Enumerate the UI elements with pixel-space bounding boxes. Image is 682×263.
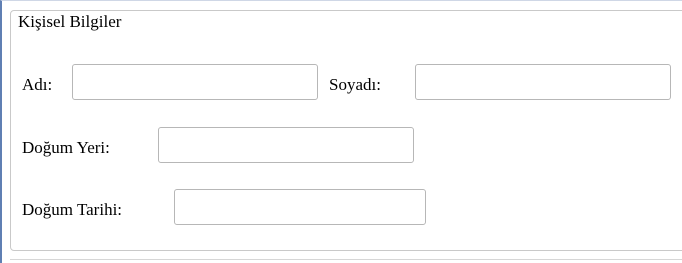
fieldset-legend: Kişisel Bilgiler (14, 11, 126, 33)
last-name-input[interactable] (415, 64, 671, 100)
window-frame: Kişisel Bilgiler Adı: Soyadı: Doğum Yeri… (0, 0, 682, 263)
bottom-divider (10, 259, 682, 260)
first-name-label: Adı: (22, 75, 53, 94)
birth-date-input[interactable] (174, 189, 426, 225)
birth-place-input[interactable] (158, 127, 414, 163)
birth-date-label: Doğum Tarihi: (22, 200, 123, 219)
first-name-input[interactable] (72, 64, 318, 100)
birth-place-label: Doğum Yeri: (22, 138, 110, 157)
last-name-label: Soyadı: (329, 75, 381, 94)
